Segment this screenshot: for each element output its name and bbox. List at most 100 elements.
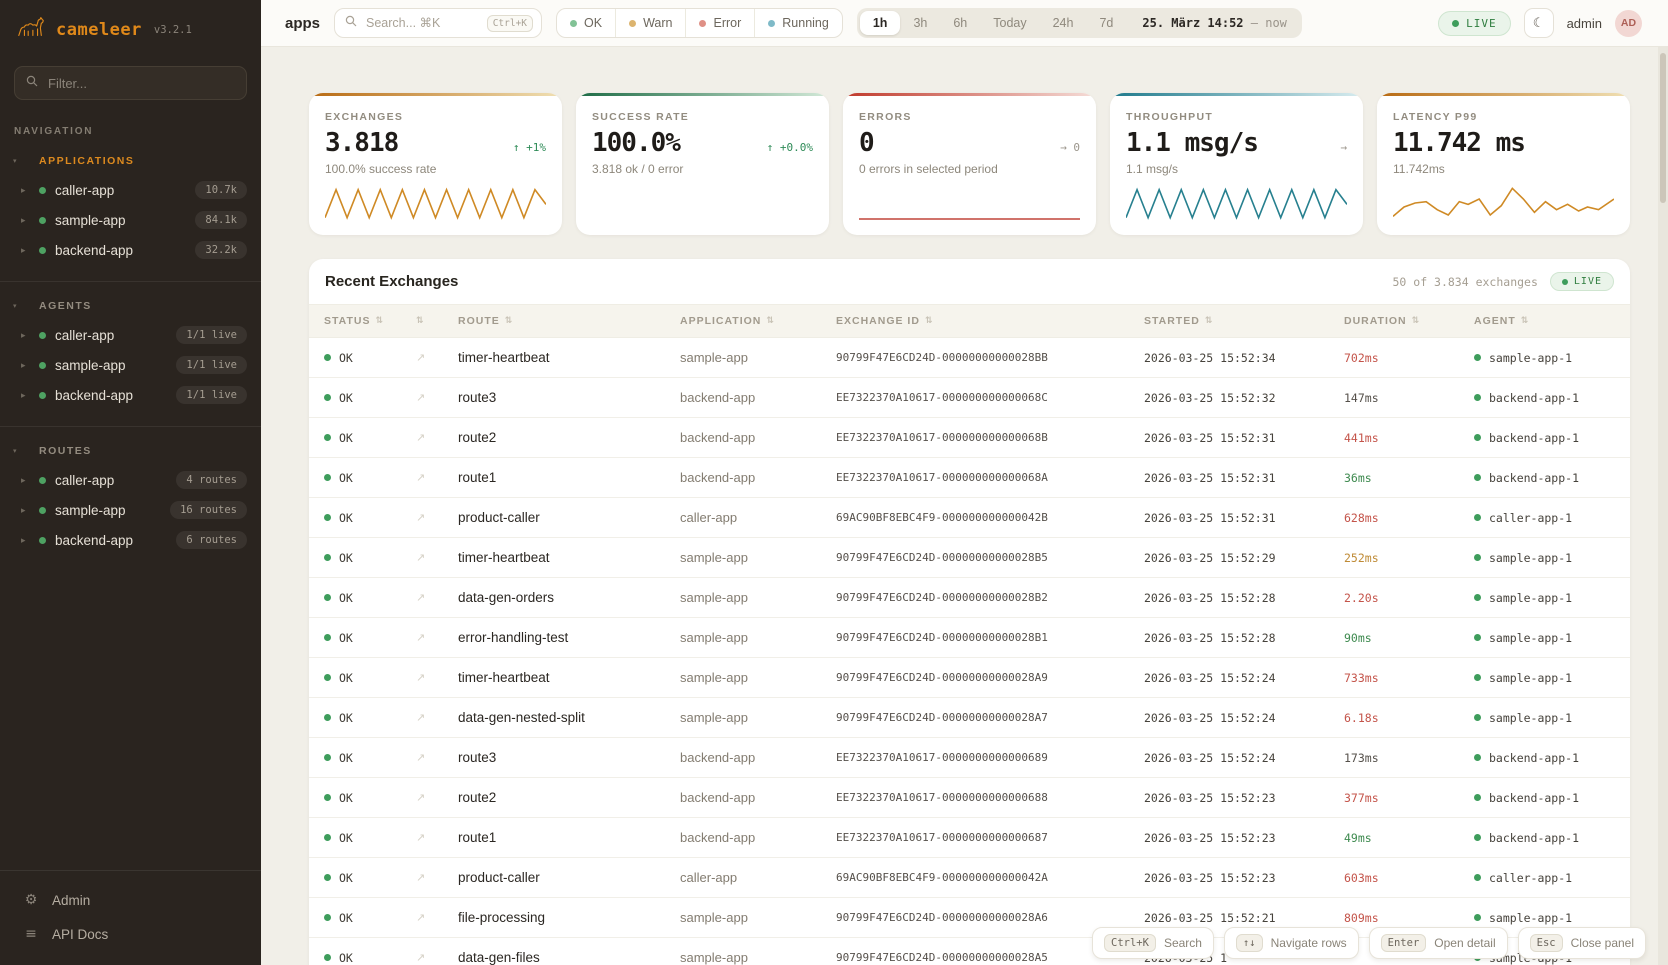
open-exchange-link-icon[interactable]: ↗	[416, 431, 458, 444]
open-exchange-link-icon[interactable]: ↗	[416, 511, 458, 524]
column-header-exchange-id[interactable]: EXCHANGE ID⇅	[836, 315, 1144, 327]
open-exchange-link-icon[interactable]: ↗	[416, 471, 458, 484]
sidebar-footer-label: Admin	[52, 893, 90, 908]
application-cell: sample-app	[680, 550, 836, 565]
status-cell: OK	[324, 551, 416, 565]
column-header-application[interactable]: APPLICATION⇅	[680, 315, 836, 327]
search-input[interactable]	[364, 15, 474, 31]
sidebar-section-header[interactable]: ▾ ROUTES	[0, 439, 261, 465]
sidebar-filter[interactable]	[14, 66, 247, 100]
duration-cell: 6.18s	[1344, 711, 1474, 725]
table-row[interactable]: OK ↗ route1 backend-app EE7322370A10617-…	[309, 818, 1630, 858]
sidebar-section-header[interactable]: ▾ AGENTS	[0, 294, 261, 320]
sidebar-item-backend-app[interactable]: ▸ backend-app 1/1 live	[0, 380, 261, 410]
open-exchange-link-icon[interactable]: ↗	[416, 711, 458, 724]
sidebar-item-badge: 1/1 live	[176, 326, 247, 344]
status-filter-ok[interactable]: OK	[557, 9, 615, 37]
table-row[interactable]: OK ↗ route2 backend-app EE7322370A10617-…	[309, 418, 1630, 458]
table-row[interactable]: OK ↗ product-caller caller-app 69AC90BF8…	[309, 858, 1630, 898]
sidebar-footer-admin[interactable]: ⚙ Admin	[0, 883, 261, 917]
ok-dot-icon	[324, 514, 331, 521]
open-exchange-link-icon[interactable]: ↗	[416, 791, 458, 804]
table-row[interactable]: OK ↗ route1 backend-app EE7322370A10617-…	[309, 458, 1630, 498]
column-header-started[interactable]: STARTED⇅	[1144, 315, 1344, 327]
open-exchange-link-icon[interactable]: ↗	[416, 911, 458, 924]
exchange-count: 50 of 3.834 exchanges	[1393, 275, 1538, 289]
sidebar-section-header[interactable]: ▾ APPLICATIONS	[0, 149, 261, 175]
open-exchange-link-icon[interactable]: ↗	[416, 351, 458, 364]
table-row[interactable]: OK ↗ data-gen-nested-split sample-app 90…	[309, 698, 1630, 738]
agent-cell: sample-app-1	[1474, 351, 1630, 365]
sparkline-chart	[1126, 183, 1347, 223]
open-exchange-link-icon[interactable]: ↗	[416, 671, 458, 684]
column-header-route[interactable]: ROUTE⇅	[458, 315, 680, 327]
sidebar-item-sample-app[interactable]: ▸ sample-app 84.1k	[0, 205, 261, 235]
time-range-6h[interactable]: 6h	[940, 11, 980, 35]
status-filter-warn[interactable]: Warn	[615, 9, 685, 37]
live-toggle[interactable]: LIVE	[1438, 11, 1511, 36]
agent-dot-icon	[1474, 754, 1481, 761]
column-header-status[interactable]: STATUS⇅	[324, 315, 416, 327]
open-exchange-link-icon[interactable]: ↗	[416, 951, 458, 964]
page-scrollbar[interactable]	[1658, 47, 1668, 965]
chevron-right-icon: ▸	[21, 330, 30, 341]
table-row[interactable]: OK ↗ route3 backend-app EE7322370A10617-…	[309, 378, 1630, 418]
sidebar-footer-api-docs[interactable]: ≡ API Docs	[0, 917, 261, 951]
open-exchange-link-icon[interactable]: ↗	[416, 591, 458, 604]
filter-input[interactable]	[46, 75, 235, 92]
sidebar-item-backend-app[interactable]: ▸ backend-app 6 routes	[0, 525, 261, 555]
table-row[interactable]: OK ↗ timer-heartbeat sample-app 90799F47…	[309, 538, 1630, 578]
open-exchange-link-icon[interactable]: ↗	[416, 831, 458, 844]
agent-dot-icon	[1474, 354, 1481, 361]
global-search[interactable]: Ctrl+K	[334, 8, 542, 38]
sidebar-item-caller-app[interactable]: ▸ caller-app 1/1 live	[0, 320, 261, 350]
open-exchange-link-icon[interactable]: ↗	[416, 391, 458, 404]
column-header-link[interactable]: ⇅	[416, 316, 458, 326]
table-row[interactable]: OK ↗ route3 backend-app EE7322370A10617-…	[309, 738, 1630, 778]
live-dot-icon	[1562, 279, 1568, 285]
agent-cell: backend-app-1	[1474, 751, 1630, 765]
hint-kbd: Enter	[1381, 934, 1427, 952]
status-cell: OK	[324, 711, 416, 725]
exchange-id-cell: EE7322370A10617-000000000000068A	[836, 471, 1144, 484]
duration-cell: 90ms	[1344, 631, 1474, 645]
time-range-today[interactable]: Today	[980, 11, 1039, 35]
time-range-7d[interactable]: 7d	[1086, 11, 1126, 35]
table-row[interactable]: OK ↗ data-gen-orders sample-app 90799F47…	[309, 578, 1630, 618]
status-filter-error[interactable]: Error	[685, 9, 754, 37]
sidebar-item-caller-app[interactable]: ▸ caller-app 10.7k	[0, 175, 261, 205]
chevron-right-icon: ▸	[21, 185, 30, 196]
theme-toggle-button[interactable]: ☾	[1524, 8, 1554, 38]
sidebar-item-backend-app[interactable]: ▸ backend-app 32.2k	[0, 235, 261, 265]
time-range-1h[interactable]: 1h	[860, 11, 901, 35]
open-exchange-link-icon[interactable]: ↗	[416, 551, 458, 564]
application-cell: sample-app	[680, 630, 836, 645]
open-exchange-link-icon[interactable]: ↗	[416, 871, 458, 884]
open-exchange-link-icon[interactable]: ↗	[416, 751, 458, 764]
table-row[interactable]: OK ↗ route2 backend-app EE7322370A10617-…	[309, 778, 1630, 818]
table-row[interactable]: OK ↗ product-caller caller-app 69AC90BF8…	[309, 498, 1630, 538]
card-accent-bar	[1110, 93, 1363, 96]
card-accent-bar	[1377, 93, 1630, 96]
status-dot-icon	[39, 332, 46, 339]
sidebar-item-caller-app[interactable]: ▸ caller-app 4 routes	[0, 465, 261, 495]
status-filter-running[interactable]: Running	[754, 9, 842, 37]
open-exchange-link-icon[interactable]: ↗	[416, 631, 458, 644]
sidebar-item-sample-app[interactable]: ▸ sample-app 16 routes	[0, 495, 261, 525]
table-row[interactable]: OK ↗ error-handling-test sample-app 9079…	[309, 618, 1630, 658]
table-row[interactable]: OK ↗ timer-heartbeat sample-app 90799F47…	[309, 658, 1630, 698]
column-header-duration[interactable]: DURATION⇅	[1344, 315, 1474, 327]
duration-cell: 252ms	[1344, 551, 1474, 565]
sidebar-item-label: backend-app	[55, 388, 133, 403]
scrollbar-thumb[interactable]	[1660, 53, 1666, 203]
sidebar-item-sample-app[interactable]: ▸ sample-app 1/1 live	[0, 350, 261, 380]
app-window: cameleer v3.2.1 NAVIGATION ▾ APPLICATION…	[0, 0, 1668, 965]
card-accent-bar	[309, 93, 562, 96]
column-header-agent[interactable]: AGENT⇅	[1474, 315, 1630, 327]
avatar[interactable]: AD	[1615, 10, 1642, 37]
table-row[interactable]: OK ↗ timer-heartbeat sample-app 90799F47…	[309, 338, 1630, 378]
status-cell: OK	[324, 791, 416, 805]
ok-dot-icon	[324, 394, 331, 401]
time-range-3h[interactable]: 3h	[900, 11, 940, 35]
time-range-24h[interactable]: 24h	[1040, 11, 1087, 35]
